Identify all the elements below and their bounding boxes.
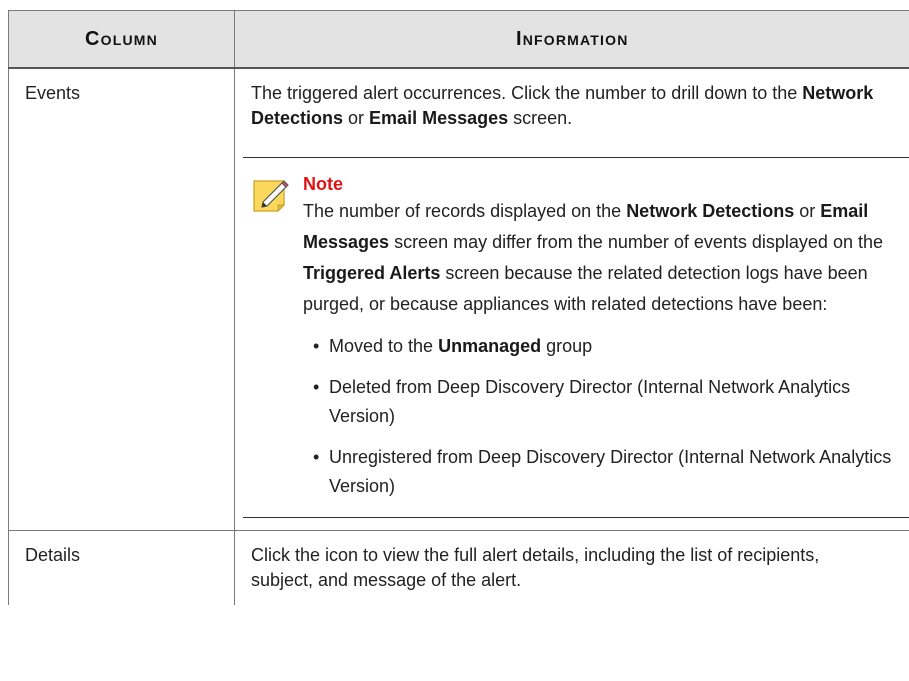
information-header: Information [234,10,909,69]
document-page: Column Information Events The triggered … [0,0,909,681]
note-block: Note The number of records displayed on … [243,157,909,518]
events-information-cell: The triggered alert occurrences. Click t… [234,67,909,531]
list-item: Unregistered from Deep Discovery Directo… [313,443,909,501]
note-pencil-icon [253,180,289,213]
note-bullet-list: Moved to the Unmanaged group Deleted fro… [303,332,909,501]
table-row-events: Events The triggered alert occurrences. … [8,67,909,531]
events-description: The triggered alert occurrences. Click t… [251,83,874,128]
note-title: Note [303,174,343,194]
column-information-table: Column Information Events The triggered … [8,10,909,605]
note-text: The number of records displayed on the N… [303,201,883,314]
column-header: Column [8,10,235,69]
details-information-cell: Click the icon to view the full alert de… [234,530,909,605]
list-item: Moved to the Unmanaged group [313,332,909,361]
events-column-cell: Events [8,67,235,531]
table-header-row: Column Information [8,10,909,69]
details-column-cell: Details [8,530,235,605]
list-item: Deleted from Deep Discovery Director (In… [313,373,909,431]
table-row-details: Details Click the icon to view the full … [8,530,909,605]
email-messages-label: Email Messages [369,108,509,128]
